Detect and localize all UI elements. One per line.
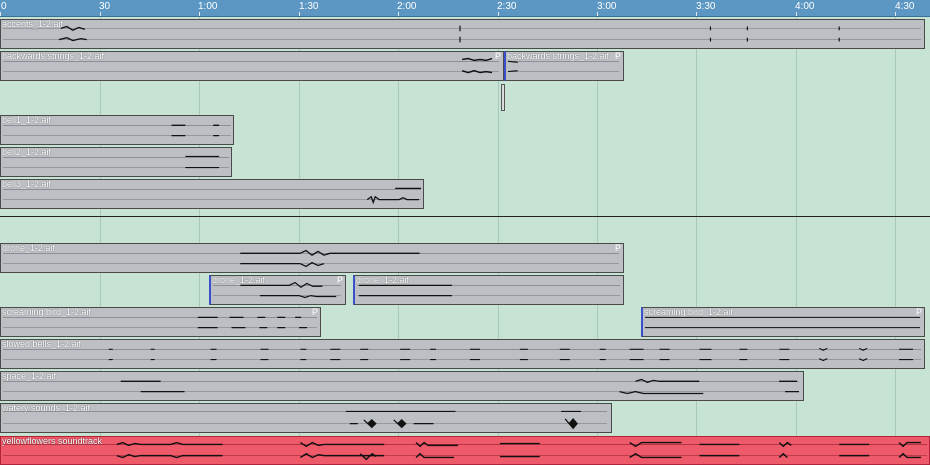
ruler-tick-30: 30 (99, 1, 111, 12)
clip-space[interactable]: space_1-2.aif (0, 371, 804, 401)
clip-backwards-strings-2[interactable]: backwards strings_1-2.aif P (504, 51, 624, 81)
clip-slowed-bells[interactable]: slowed bells_1-2.aif (0, 339, 925, 369)
clip-fragment[interactable] (501, 84, 505, 111)
waveform (507, 60, 620, 73)
tracks-area[interactable]: accents_1-2.aif backwards strings_1-2.ai… (0, 17, 930, 465)
waveform (2, 25, 922, 43)
clip-backwards-strings[interactable]: backwards strings_1-2.aif P (0, 51, 504, 81)
gridline (895, 17, 896, 464)
track-separator (0, 216, 930, 217)
waveform (2, 155, 230, 169)
clip-watery-sounds[interactable]: watery sounds_1-2.aif (0, 403, 612, 433)
waveform (356, 284, 621, 297)
timeline-ruler[interactable]: 0 30 1:00 1:30 2:00 2:30 3:00 3:30 4:00 … (0, 0, 930, 17)
ruler-mark (498, 12, 499, 16)
ruler-tick-0: 0 (1, 1, 7, 12)
ruler-tick-1-00: 1:00 (198, 1, 218, 12)
clip-bell2[interactable]: bell2_1-2.aif (0, 147, 232, 177)
waveform (2, 347, 922, 362)
ruler-mark (0, 12, 1, 16)
ruler-mark (696, 12, 697, 16)
waveform (2, 410, 608, 430)
clip-bell1[interactable]: bell1_1-2.aif (0, 115, 234, 145)
ruler-tick-3-30: 3:30 (696, 1, 716, 12)
ruler-tick-4-00: 4:00 (795, 1, 815, 12)
ruler-mark (100, 12, 101, 16)
ruler-tick-2-30: 2:30 (497, 1, 517, 12)
waveform (644, 316, 921, 329)
waveform (2, 187, 422, 205)
waveform (2, 57, 500, 74)
waveform (2, 124, 232, 137)
clip-drone[interactable]: drone_1-2.aif P (0, 243, 624, 273)
ruler-tick-4-30: 4:30 (895, 1, 915, 12)
clip-screaming-bird[interactable]: screaming bird_1-2.aif P (0, 307, 321, 337)
waveform (2, 316, 318, 329)
ruler-mark (796, 12, 797, 16)
ruler-tick-1-30: 1:30 (299, 1, 319, 12)
ruler-mark (895, 12, 896, 16)
ruler-tick-3-00: 3:00 (597, 1, 617, 12)
ruler-mark (398, 12, 399, 16)
ruler-mark (299, 12, 300, 16)
clip-bell3[interactable]: bell3_1-2.aif (0, 179, 424, 209)
clip-yellowflowers-soundtrack[interactable]: yellowflowers soundtrack (0, 436, 930, 465)
waveform (2, 441, 928, 461)
ruler-mark (199, 12, 200, 16)
waveform (2, 249, 620, 268)
clip-drone-2[interactable]: drone_1-2.aif P (209, 275, 346, 305)
waveform (2, 378, 800, 395)
clip-accents[interactable]: accents_1-2.aif (0, 19, 925, 49)
clip-drone-3[interactable]: drone_1-2.aif (353, 275, 624, 305)
ruler-mark (597, 12, 598, 16)
clip-screaming-bird-2[interactable]: screaming bird_1-2.aif P (641, 307, 925, 337)
waveform (212, 281, 342, 299)
ruler-tick-2-00: 2:00 (397, 1, 417, 12)
